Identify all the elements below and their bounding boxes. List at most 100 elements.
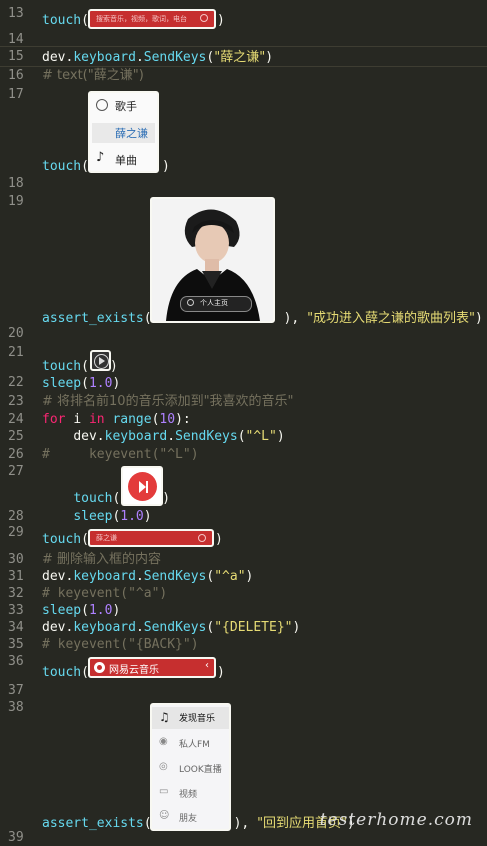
- line-number: 35: [8, 637, 24, 652]
- line-number: 37: [8, 683, 24, 698]
- line-number: 38: [8, 700, 24, 715]
- line-number: 25: [8, 429, 24, 444]
- line-number: 19: [8, 194, 24, 209]
- watermark: testerhome.com: [319, 810, 473, 830]
- code-token: dev: [42, 569, 66, 584]
- code-token: SendKeys: [143, 569, 207, 584]
- video-icon: ▭: [159, 786, 169, 797]
- code-comment: # keyevent("^L"): [42, 446, 199, 463]
- code-number: 1.0: [120, 509, 144, 524]
- code-comment: # keyevent("{BACK}"): [42, 636, 199, 653]
- code-token: touch: [42, 13, 82, 28]
- line-number: 18: [8, 176, 24, 191]
- code-token: keyboard: [73, 50, 136, 65]
- code-token: dev: [73, 429, 97, 444]
- line-number: 24: [8, 412, 24, 427]
- menu-item-personal-fm[interactable]: 私人FM: [179, 737, 210, 750]
- thumb-search-bar[interactable]: 搜索音乐，视频，歌词，电台: [88, 9, 216, 29]
- thumb-left-menu: ♫ 发现音乐 ◉ 私人FM ◎ LOOK直播 ▭ 视频 ☺ 朋友: [150, 703, 231, 831]
- code-line: touch(): [42, 665, 225, 680]
- line-number: 31: [8, 569, 24, 584]
- thumb-artist-profile: 个人主页: [150, 197, 275, 323]
- line-number: 29: [8, 525, 24, 540]
- code-token: sleep: [42, 603, 82, 618]
- code-number: 1.0: [88, 376, 113, 391]
- comment-text: # keyevent("^L"): [42, 447, 199, 462]
- code-token: assert_exists: [42, 311, 144, 326]
- code-line: dev.keyboard.SendKeys("^L"): [73, 429, 285, 444]
- line-number: 26: [8, 447, 24, 462]
- menu-item-look-live[interactable]: LOOK直播: [179, 762, 222, 775]
- comment-text: # 将排名前10的音乐添加到"我喜欢的音乐": [42, 394, 294, 409]
- line-number: 36: [8, 654, 24, 669]
- line-number: 23: [8, 394, 24, 409]
- code-string: "^L": [245, 429, 277, 444]
- line-number: 15: [8, 49, 24, 64]
- search-placeholder: 搜索音乐，视频，歌词，电台: [96, 15, 187, 23]
- user-icon: [187, 299, 194, 306]
- code-token: touch: [42, 159, 82, 174]
- code-comment: # 删除输入框的内容: [42, 551, 161, 568]
- radio-icon: ◉: [159, 736, 168, 747]
- live-icon: ◎: [159, 761, 168, 772]
- menu-item-video[interactable]: 视频: [179, 787, 197, 800]
- line-number: 39: [8, 830, 24, 845]
- code-line: touch(): [73, 491, 171, 506]
- code-line: dev.keyboard.SendKeys("薛之谦"): [42, 50, 274, 65]
- dropdown-item-artist-label: 歌手: [115, 100, 137, 113]
- code-token: SendKeys: [175, 429, 238, 444]
- code-token: SendKeys: [143, 50, 207, 65]
- code-string: "成功进入薛之谦的歌曲列表": [307, 311, 476, 326]
- code-keyword: for: [42, 412, 66, 427]
- line-number: 20: [8, 326, 24, 341]
- code-token: touch: [73, 491, 113, 506]
- line-number: 21: [8, 345, 24, 360]
- line-number: 17: [8, 87, 24, 102]
- line-number: 28: [8, 509, 24, 524]
- code-line: dev.keyboard.SendKeys("^a"): [42, 569, 254, 584]
- dropdown-item-xue[interactable]: 薛之谦: [115, 125, 148, 141]
- code-token: keyboard: [73, 569, 136, 584]
- search-icon: [200, 14, 208, 22]
- code-token: touch: [42, 665, 82, 680]
- line-number: 27: [8, 464, 24, 479]
- code-token: i: [73, 412, 82, 427]
- code-token: keyboard: [104, 429, 168, 444]
- code-line: sleep(1.0): [42, 603, 121, 618]
- comment-text: # keyevent("{BACK}"): [42, 637, 199, 652]
- line-number: 14: [8, 32, 24, 47]
- code-line: sleep(1.0): [73, 509, 152, 524]
- code-line: touch(): [42, 159, 170, 174]
- code-line: assert_exists(), "成功进入薛之谦的歌曲列表"): [42, 311, 483, 326]
- menu-item-discover[interactable]: 发现音乐: [179, 711, 215, 724]
- comment-text: # keyevent("^a"): [42, 586, 168, 601]
- code-comment: # text("薛之谦"): [42, 67, 144, 84]
- code-token: dev: [42, 50, 66, 65]
- code-number: 10: [159, 412, 176, 427]
- line-number: 30: [8, 552, 24, 567]
- code-token: touch: [42, 359, 82, 374]
- line-number: 33: [8, 603, 24, 618]
- code-line: sleep(1.0): [42, 376, 121, 391]
- code-string: "薛之谦": [214, 50, 266, 65]
- code-keyword: in: [88, 412, 105, 427]
- code-comment: # 将排名前10的音乐添加到"我喜欢的音乐": [42, 393, 294, 410]
- code-number: 1.0: [88, 603, 113, 618]
- code-line: dev.keyboard.SendKeys("{DELETE}"): [42, 620, 301, 635]
- code-line: touch(): [42, 532, 223, 547]
- code-token: dev: [42, 620, 66, 635]
- line-number: 16: [8, 68, 24, 83]
- code-comment: # keyevent("^a"): [42, 585, 167, 602]
- comment-text: # 删除输入框的内容: [42, 552, 162, 567]
- profile-label: 个人主页: [200, 299, 228, 307]
- line-number: 32: [8, 586, 24, 601]
- user-icon: [96, 99, 108, 111]
- music-note-icon: ♫: [159, 710, 170, 724]
- line-number: 34: [8, 620, 24, 635]
- code-token: assert_exists: [42, 816, 144, 831]
- code-token: SendKeys: [143, 620, 207, 635]
- code-line: assert_exists(), "回到应用首页"): [42, 816, 355, 831]
- code-token: sleep: [73, 509, 113, 524]
- code-token: touch: [42, 532, 82, 547]
- code-token: keyboard: [73, 620, 136, 635]
